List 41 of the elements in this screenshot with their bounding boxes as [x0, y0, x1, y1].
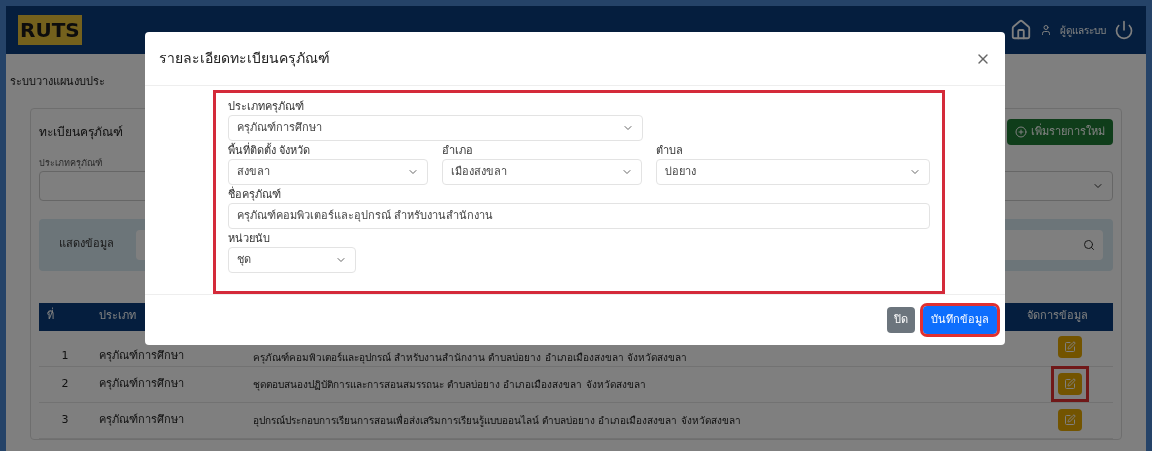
show-button[interactable]: แสดงข้อมูล — [49, 227, 124, 262]
search-icon — [1083, 238, 1095, 251]
field-label: ตำบล — [656, 143, 684, 160]
select-field[interactable]: ครุภัณฑ์การศึกษา — [228, 115, 643, 142]
field-label: หน่วยนับ — [228, 231, 271, 248]
table-cell-text: อุปกรณ์ประกอบการเรียนการสอนเพื่อส่งเสริมการเรียนรู้แบบออนไลน์ ตำบลบ่อยาง อำเภอเมืองสงขลา จังหวัดสงขลา — [253, 412, 742, 428]
select-field[interactable]: บ่อยาง — [656, 159, 930, 186]
select-field[interactable]: สงขลา — [228, 159, 428, 186]
column-header: ประเภท — [99, 308, 137, 325]
edit-icon — [1064, 414, 1076, 426]
table-cell-text: ครุภัณฑ์การศึกษา — [98, 348, 185, 364]
input-field[interactable]: ครุภัณฑ์คอมพิวเตอร์และอุปกรณ์ สำหรับงานสำนักงาน — [228, 203, 930, 230]
user-icon — [1040, 24, 1052, 36]
edit-icon — [1064, 340, 1076, 353]
power-icon[interactable] — [1114, 20, 1134, 40]
column-header: ที่ — [46, 308, 55, 325]
field-label: ประเภทครุภัณฑ์ — [228, 99, 305, 116]
modal-title: รายละเอียดทะเบียนครุภัณฑ์ — [159, 49, 330, 69]
table-cell-text: 3 — [60, 411, 70, 428]
plus-circle-icon — [1015, 126, 1027, 138]
card-title: ทะเบียนครุภัณฑ์ — [39, 124, 123, 141]
table-cell-text: ครุภัณฑ์คอมพิวเตอร์และอุปกรณ์ สำหรับงานสำนักงาน ตำบลบ่อยาง อำเภอเมืองสงขลา จังหวัดสงขลา — [253, 350, 688, 365]
select-field[interactable]: เมืองสงขลา — [442, 159, 642, 186]
table-cell-text: ครุภัณฑ์การศึกษา — [98, 375, 185, 392]
edit-icon — [1064, 378, 1076, 390]
user-name[interactable]: ผู้ดูแลระบบ — [1060, 22, 1106, 38]
select-field[interactable]: ชุด — [228, 247, 356, 274]
field-label: อำเภอ — [442, 143, 474, 160]
table-cell-text: ครุภัณฑ์การศึกษา — [98, 411, 185, 428]
home-icon[interactable] — [1010, 19, 1032, 41]
table-cell-text: ชุดตอบสนองปฏิบัติการและการสอนสมรรถนะ ตำบลบ่อยาง อำเภอเมืองสงขลา จังหวัดสงขลา — [253, 377, 647, 392]
table-cell-text: 1 — [60, 348, 70, 364]
field-label: พื้นที่ติดตั้ง จังหวัด — [228, 143, 312, 160]
column-header: จัดการข้อมูล — [1027, 308, 1089, 325]
logo: RUTS — [18, 15, 82, 45]
close-button[interactable]: ปิด — [887, 307, 915, 334]
page-title: ระบบวางแผนงบประ — [10, 75, 105, 88]
save-button[interactable]: บันทึกข้อมูล — [923, 306, 997, 335]
filter-label: ประเภทครุภัณฑ์ — [39, 157, 102, 171]
table-cell-text: 2 — [60, 375, 70, 392]
field-label: ชื่อครุภัณฑ์ — [228, 187, 282, 204]
